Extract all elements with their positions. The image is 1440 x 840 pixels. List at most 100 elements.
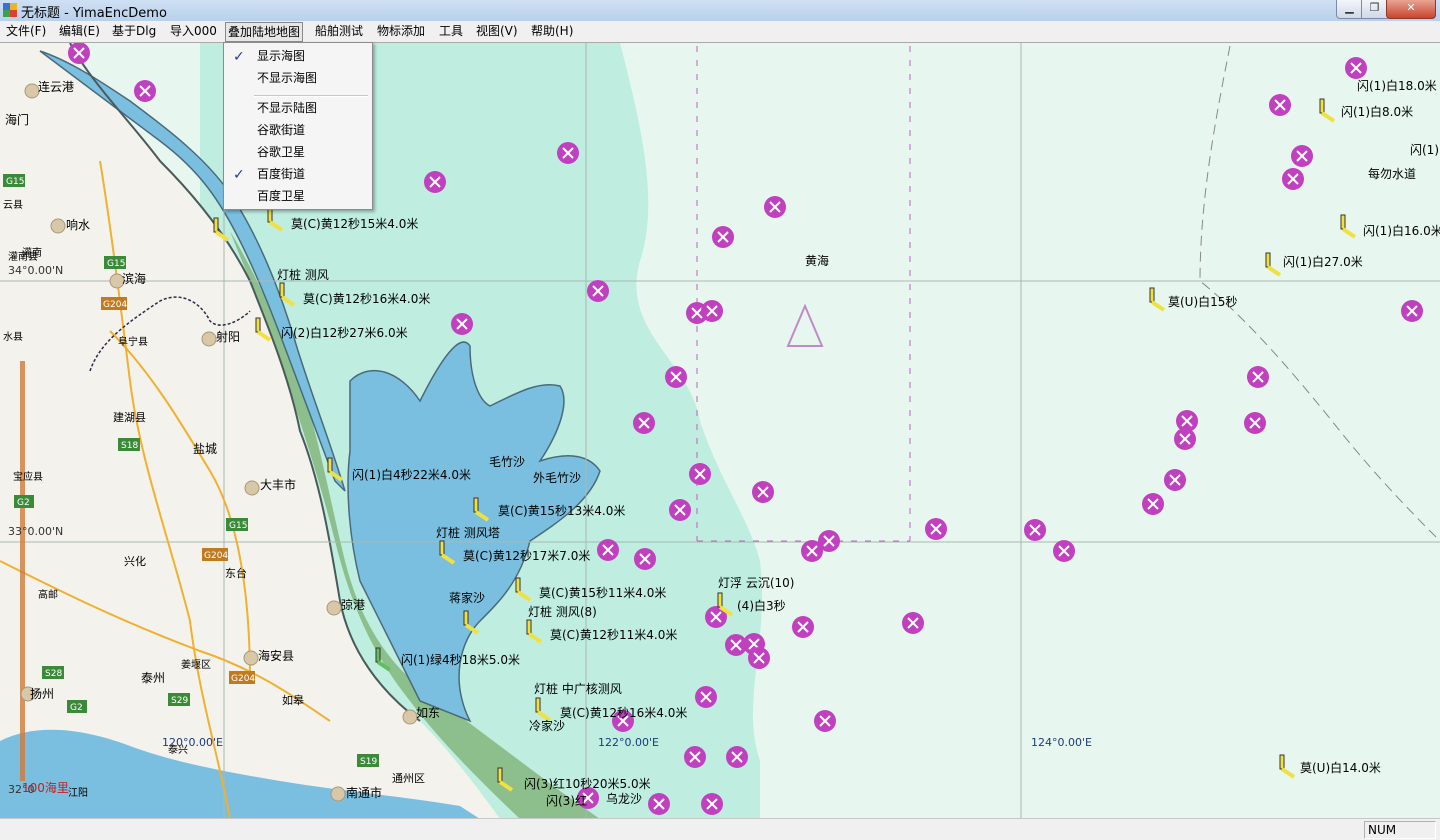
wreck-icon	[648, 793, 670, 815]
city-label: 连云港	[38, 79, 74, 94]
city-label: 海安县	[258, 648, 294, 663]
light-label: (4)白3秒	[737, 598, 786, 613]
light-label: 莫(C)黄12秒16米4.0米	[560, 706, 687, 720]
grid-label: 120°0.00'E	[162, 736, 223, 749]
checkmark-icon: ✓	[233, 49, 245, 65]
dropdown-item-hide-land-map[interactable]: 不显示陆图	[224, 97, 372, 119]
menu-file[interactable]: 文件(F)	[4, 21, 48, 41]
light-label: 莫(C)黄15秒13米4.0米	[498, 504, 625, 518]
road-label: G15	[107, 259, 125, 269]
light-label: 莫(U)白14.0米	[1300, 760, 1381, 775]
wreck-icon	[818, 530, 840, 552]
wreck-icon	[684, 746, 706, 768]
road-label: S19	[360, 757, 377, 767]
city-label: 水县	[3, 331, 23, 343]
wreck-icon	[764, 196, 786, 218]
city-label: 扬州	[30, 686, 54, 701]
dropdown-item-google-street[interactable]: 谷歌街道	[224, 119, 372, 141]
light-beacon-icon	[1279, 754, 1296, 779]
wreck-icon	[1291, 145, 1313, 167]
sea-label: 冷家沙	[529, 718, 565, 733]
wreck-icon	[597, 539, 619, 561]
city-label: 泰州	[141, 671, 165, 685]
light-label: 灯桩 测风	[277, 267, 329, 282]
city-label: 大丰市	[260, 477, 296, 492]
menu-tools[interactable]: 工具	[437, 21, 465, 41]
scale-bar	[20, 361, 25, 781]
menu-overlay-land-map[interactable]: 叠加陆地地图	[225, 22, 304, 42]
scale-label: 100海里	[22, 780, 69, 795]
menu-ship-test[interactable]: 船舶测试	[313, 21, 365, 41]
overlay-land-map-dropdown: ✓ 显示海图 不显示海图 不显示陆图 谷歌街道 谷歌卫星 ✓ 百度街道 百度卫星	[223, 42, 373, 210]
dropdown-item-hide-chart[interactable]: 不显示海图	[224, 67, 372, 89]
maximize-button[interactable]: ❐	[1361, 0, 1388, 19]
close-button[interactable]: ✕	[1386, 0, 1436, 19]
wreck-icon	[451, 313, 473, 335]
city-label: 射阳	[216, 329, 240, 344]
title-bar: 无标题 - YimaEncDemo ▁ ❐ ✕	[0, 0, 1440, 22]
grid-label: 33°0.00'N	[8, 525, 63, 538]
city-label: 响水	[66, 217, 90, 232]
light-label: 莫(C)黄15秒11米4.0米	[539, 586, 666, 600]
chart-map-view[interactable]: 连云港 灌南 响水 滨海 射阳 建湖县 盐城 大丰市 兴化 东台 弶港 海安县 …	[0, 42, 1440, 819]
city-label: 姜堰区	[181, 658, 211, 671]
light-beacon-icon	[1340, 214, 1357, 239]
dropdown-item-baidu-satellite[interactable]: 百度卫星	[224, 185, 372, 207]
city-label: 海门	[5, 112, 29, 127]
minimize-button[interactable]: ▁	[1336, 0, 1363, 19]
road-label: G15	[229, 521, 247, 531]
road-label: S18	[121, 441, 138, 451]
light-label: 灯桩 测风塔	[436, 525, 500, 540]
wreck-icon	[701, 793, 723, 815]
wreck-icon	[925, 518, 947, 540]
sea-label: 毛竹沙	[489, 455, 525, 469]
wreck-icon	[1401, 300, 1423, 322]
menu-bar: 文件(F) 编辑(E) 基于Dlg 导入000 叠加陆地地图 船舶测试 物标添加…	[0, 21, 1440, 42]
wreck-icon	[424, 171, 446, 193]
window-title: 无标题 - YimaEncDemo	[21, 6, 167, 21]
road-label: G2	[70, 703, 83, 713]
city-label: 滨海	[122, 271, 146, 286]
menu-view[interactable]: 视图(V)	[474, 21, 520, 41]
menu-edit[interactable]: 编辑(E)	[57, 21, 102, 41]
wreck-icon	[665, 366, 687, 388]
light-label: 灯桩 中广核测风	[534, 681, 622, 696]
dropdown-item-show-chart[interactable]: ✓ 显示海图	[224, 45, 372, 67]
light-label: 闪(1)绿4秒18米5.0米	[401, 652, 520, 667]
road-label: G204	[231, 674, 255, 684]
num-lock-indicator: NUM	[1368, 823, 1397, 837]
light-label: 闪(1)白27.0米	[1283, 254, 1363, 269]
menu-help[interactable]: 帮助(H)	[529, 21, 575, 41]
city-label: 云县	[3, 199, 23, 211]
status-bar: NUM	[0, 818, 1440, 840]
menu-object-add[interactable]: 物标添加	[375, 21, 427, 41]
dropdown-item-baidu-street[interactable]: ✓ 百度街道	[224, 163, 372, 185]
city-label: 建湖县	[113, 410, 146, 424]
light-label: 灯桩 测风(8)	[528, 604, 597, 619]
city-label: 南通市	[346, 785, 382, 800]
grid-label: 34°0.00'N	[8, 264, 63, 277]
light-beacon-icon	[1149, 287, 1166, 312]
light-beacon-icon	[1265, 252, 1282, 277]
city-label: 如东	[416, 705, 440, 720]
wreck-icon	[1164, 469, 1186, 491]
light-label: 莫(U)白15秒	[1168, 294, 1237, 309]
light-label: 莫(C)黄12秒16米4.0米	[303, 292, 430, 306]
city-label: 如皋	[282, 693, 304, 707]
wreck-icon	[1053, 540, 1075, 562]
wreck-icon	[712, 226, 734, 248]
sea-label: 外毛竹沙	[533, 471, 581, 485]
wreck-icon	[902, 612, 924, 634]
light-label: 莫(C)黄12秒17米7.0米	[463, 549, 590, 563]
wreck-icon	[695, 686, 717, 708]
menu-import[interactable]: 导入000	[168, 21, 219, 41]
menu-dlg[interactable]: 基于Dlg	[110, 21, 158, 41]
wreck-icon	[1024, 519, 1046, 541]
map-canvas[interactable]: 连云港 灌南 响水 滨海 射阳 建湖县 盐城 大丰市 兴化 东台 弶港 海安县 …	[0, 43, 1440, 819]
dropdown-item-google-satellite[interactable]: 谷歌卫星	[224, 141, 372, 163]
wreck-icon	[1282, 168, 1304, 190]
wreck-icon	[557, 142, 579, 164]
sea-label: 每勿水道	[1368, 166, 1416, 181]
light-label: 闪(3)红	[546, 793, 587, 808]
app-icon	[3, 3, 17, 17]
